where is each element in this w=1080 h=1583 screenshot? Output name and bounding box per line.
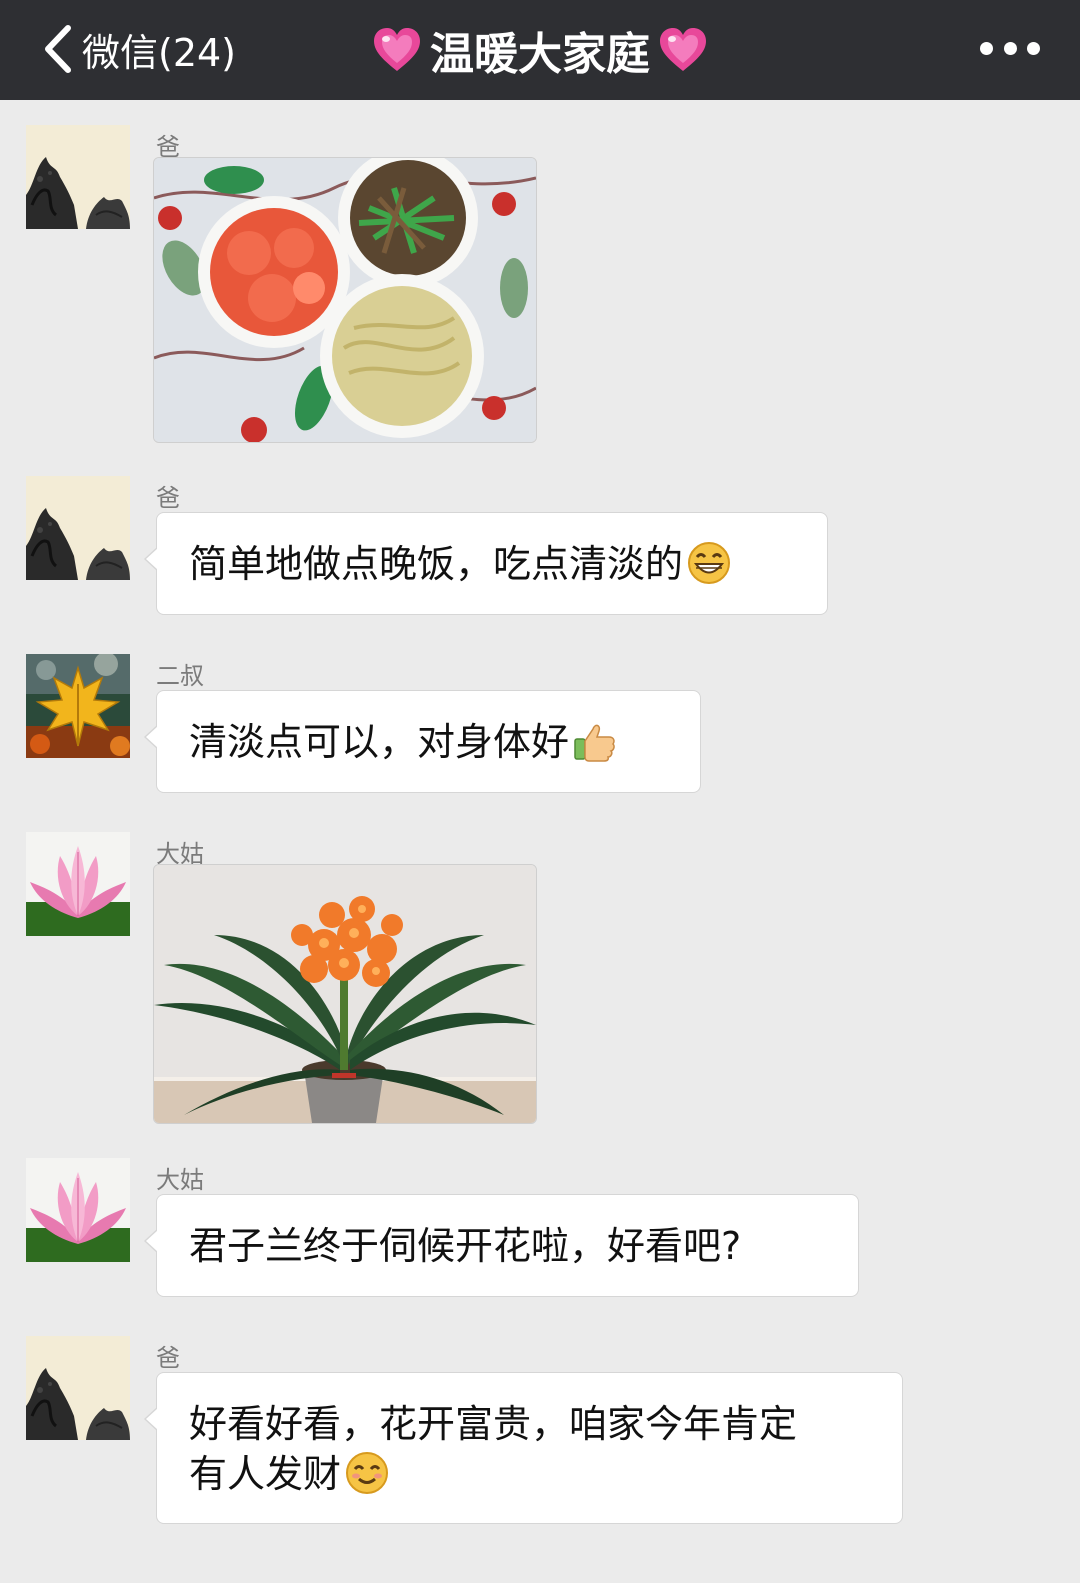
dinner-dishes-photo[interactable] xyxy=(153,157,537,443)
avatar-maple-leaf[interactable] xyxy=(26,654,130,758)
chat-header: 微信(24) 温暖大家庭 xyxy=(0,0,1080,100)
avatar-lotus[interactable] xyxy=(26,832,130,936)
message-text-line: 好看好看，花开富贵，咱家今年肯定 xyxy=(189,1402,798,1446)
message-text: 简单地做点晚饭，吃点清淡的 xyxy=(189,542,684,586)
message-text-line: 有人发财 xyxy=(189,1452,342,1496)
chat-title-text: 温暖大家庭 xyxy=(430,29,650,80)
avatar-landscape[interactable] xyxy=(26,476,130,580)
sender-name: 爸 xyxy=(156,1344,180,1372)
more-dot-icon xyxy=(1027,41,1040,55)
smile-emoji-icon xyxy=(346,1452,389,1494)
message-text: 清淡点可以，对身体好 xyxy=(189,720,570,764)
more-dot-icon xyxy=(980,41,993,55)
more-dot-icon xyxy=(1003,41,1017,55)
avatar-lotus[interactable] xyxy=(26,1158,130,1262)
grin-emoji-icon xyxy=(688,542,731,584)
avatar-landscape[interactable] xyxy=(26,125,130,229)
sender-name: 大姑 xyxy=(156,1166,204,1194)
sender-name: 二叔 xyxy=(156,662,204,690)
message-bubble[interactable]: 君子兰终于伺候开花啦，好看吧? xyxy=(144,1194,859,1297)
heart-icon xyxy=(374,28,420,71)
chat-title: 温暖大家庭 xyxy=(0,0,1080,100)
clivia-flower-photo[interactable] xyxy=(153,864,537,1124)
heart-icon xyxy=(660,28,706,71)
sender-name: 爸 xyxy=(156,484,180,512)
thumbs-up-emoji-icon xyxy=(574,724,615,762)
more-options-button[interactable] xyxy=(980,28,1040,68)
avatar-landscape[interactable] xyxy=(26,1336,130,1440)
message-bubble[interactable]: 清淡点可以，对身体好 xyxy=(144,690,701,793)
message-text: 君子兰终于伺候开花啦，好看吧? xyxy=(189,1224,742,1268)
message-bubble[interactable]: 好看好看，花开富贵，咱家今年肯定 有人发财 xyxy=(144,1372,903,1524)
message-bubble[interactable]: 简单地做点晚饭，吃点清淡的 xyxy=(144,512,828,615)
